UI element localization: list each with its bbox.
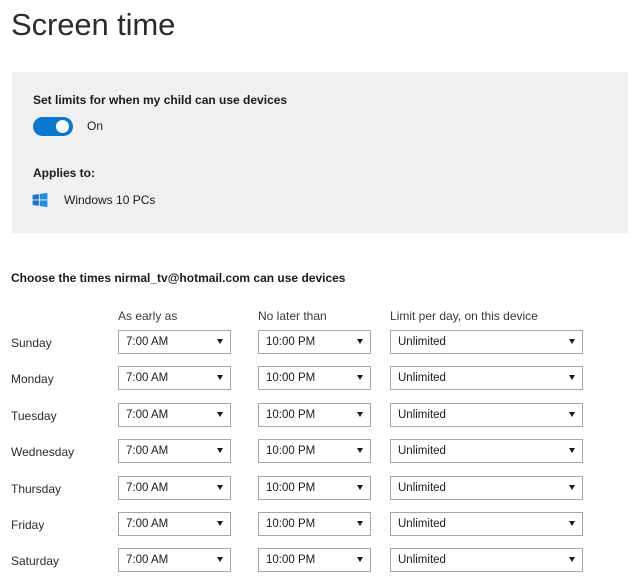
no-later-than-select[interactable]: 10:00 PM bbox=[258, 366, 371, 391]
chevron-down-icon bbox=[569, 339, 575, 344]
as-early-as-value: 7:00 AM bbox=[126, 372, 169, 385]
chevron-down-icon bbox=[357, 448, 363, 454]
chevron-down-icon bbox=[217, 557, 223, 563]
day-label: Wednesday bbox=[11, 445, 75, 460]
limit-per-day-select[interactable]: Unlimited bbox=[390, 330, 583, 354]
device-label: Windows 10 PCs bbox=[64, 193, 156, 207]
screen-time-settings-panel: Set limits for when my child can use dev… bbox=[12, 72, 628, 233]
chevron-down-icon bbox=[569, 448, 575, 454]
chevron-down-icon bbox=[569, 484, 575, 490]
applies-to-device-row: Windows 10 PCs bbox=[32, 192, 155, 208]
windows-logo-icon bbox=[32, 192, 48, 208]
day-label: Monday bbox=[11, 372, 54, 387]
toggle-state-label: On bbox=[87, 119, 104, 133]
chevron-down-icon bbox=[217, 448, 223, 454]
chevron-down-icon bbox=[217, 339, 223, 344]
no-later-than-value: 10:00 PM bbox=[266, 336, 316, 348]
set-limits-heading: Set limits for when my child can use dev… bbox=[33, 93, 288, 107]
no-later-than-value: 10:00 PM bbox=[266, 517, 316, 530]
no-later-than-value: 10:00 PM bbox=[266, 481, 316, 494]
chevron-down-icon bbox=[217, 411, 223, 417]
as-early-as-value: 7:00 AM bbox=[126, 445, 169, 458]
column-header-as-early-as: As early as bbox=[118, 309, 178, 323]
chevron-down-icon bbox=[569, 520, 575, 526]
as-early-as-select[interactable]: 7:00 AM bbox=[118, 366, 231, 391]
chevron-down-icon bbox=[569, 375, 575, 381]
day-label: Saturday bbox=[11, 554, 60, 569]
no-later-than-select[interactable]: 10:00 PM bbox=[258, 330, 371, 354]
chevron-down-icon bbox=[217, 484, 223, 490]
limit-per-day-value: Unlimited bbox=[398, 481, 446, 494]
no-later-than-value: 10:00 PM bbox=[266, 445, 316, 458]
no-later-than-select[interactable]: 10:00 PM bbox=[258, 511, 371, 536]
as-early-as-select[interactable]: 7:00 AM bbox=[118, 330, 231, 354]
limit-per-day-select[interactable]: Unlimited bbox=[390, 402, 583, 427]
chevron-down-icon bbox=[357, 557, 363, 563]
limit-per-day-value: Unlimited bbox=[398, 408, 446, 421]
chevron-down-icon bbox=[357, 411, 363, 417]
page-title: Screen time bbox=[11, 7, 176, 42]
limit-per-day-select[interactable]: Unlimited bbox=[390, 366, 583, 391]
no-later-than-select[interactable]: 10:00 PM bbox=[258, 548, 371, 573]
as-early-as-value: 7:00 AM bbox=[126, 408, 169, 421]
limit-per-day-select[interactable]: Unlimited bbox=[390, 439, 583, 464]
as-early-as-select[interactable]: 7:00 AM bbox=[118, 402, 231, 427]
no-later-than-value: 10:00 PM bbox=[266, 372, 316, 385]
chevron-down-icon bbox=[357, 375, 363, 381]
as-early-as-select[interactable]: 7:00 AM bbox=[118, 511, 231, 536]
applies-to-label: Applies to: bbox=[33, 166, 95, 180]
table-row: Tuesday 7:00 AM 10:00 PM Unlimited bbox=[0, 402, 640, 439]
as-early-as-value: 7:00 AM bbox=[126, 554, 169, 567]
chevron-down-icon bbox=[569, 411, 575, 417]
limit-per-day-value: Unlimited bbox=[398, 372, 446, 385]
toggle-knob bbox=[56, 120, 69, 133]
limit-per-day-value: Unlimited bbox=[398, 336, 446, 348]
schedule-grid: Sunday 7:00 AM 10:00 PM Unlimited Monday… bbox=[0, 330, 640, 585]
day-label: Friday bbox=[11, 517, 45, 532]
as-early-as-select[interactable]: 7:00 AM bbox=[118, 475, 231, 500]
choose-times-label: Choose the times nirmal_tv@hotmail.com c… bbox=[11, 271, 346, 285]
no-later-than-select[interactable]: 10:00 PM bbox=[258, 475, 371, 500]
limit-per-day-select[interactable]: Unlimited bbox=[390, 548, 583, 573]
chevron-down-icon bbox=[217, 375, 223, 381]
table-row: Saturday 7:00 AM 10:00 PM Unlimited bbox=[0, 548, 640, 584]
no-later-than-value: 10:00 PM bbox=[266, 408, 316, 421]
column-header-no-later-than: No later than bbox=[258, 309, 327, 323]
no-later-than-value: 10:00 PM bbox=[266, 554, 316, 567]
limit-per-day-value: Unlimited bbox=[398, 445, 446, 458]
limit-per-day-value: Unlimited bbox=[398, 517, 446, 530]
chevron-down-icon bbox=[569, 557, 575, 563]
as-early-as-value: 7:00 AM bbox=[126, 336, 169, 348]
table-row: Wednesday 7:00 AM 10:00 PM Unlimited bbox=[0, 439, 640, 475]
table-row: Friday 7:00 AM 10:00 PM Unlimited bbox=[0, 511, 640, 548]
table-row: Sunday 7:00 AM 10:00 PM Unlimited bbox=[0, 330, 640, 366]
chevron-down-icon bbox=[217, 520, 223, 526]
as-early-as-value: 7:00 AM bbox=[126, 481, 169, 494]
set-limits-toggle-row[interactable]: On bbox=[33, 117, 103, 136]
chevron-down-icon bbox=[357, 484, 363, 490]
limit-per-day-value: Unlimited bbox=[398, 554, 446, 567]
chevron-down-icon bbox=[357, 520, 363, 526]
limit-per-day-select[interactable]: Unlimited bbox=[390, 475, 583, 500]
no-later-than-select[interactable]: 10:00 PM bbox=[258, 402, 371, 427]
column-header-limit-per-day: Limit per day, on this device bbox=[390, 309, 538, 323]
chevron-down-icon bbox=[357, 339, 363, 344]
set-limits-toggle[interactable] bbox=[33, 117, 73, 136]
as-early-as-select[interactable]: 7:00 AM bbox=[118, 548, 231, 573]
table-row: Thursday 7:00 AM 10:00 PM Unlimited bbox=[0, 475, 640, 512]
limit-per-day-select[interactable]: Unlimited bbox=[390, 511, 583, 536]
as-early-as-value: 7:00 AM bbox=[126, 517, 169, 530]
table-row: Monday 7:00 AM 10:00 PM Unlimited bbox=[0, 366, 640, 402]
as-early-as-select[interactable]: 7:00 AM bbox=[118, 439, 231, 464]
day-label: Sunday bbox=[11, 336, 52, 350]
day-label: Thursday bbox=[11, 481, 62, 496]
no-later-than-select[interactable]: 10:00 PM bbox=[258, 439, 371, 464]
day-label: Tuesday bbox=[11, 408, 57, 423]
